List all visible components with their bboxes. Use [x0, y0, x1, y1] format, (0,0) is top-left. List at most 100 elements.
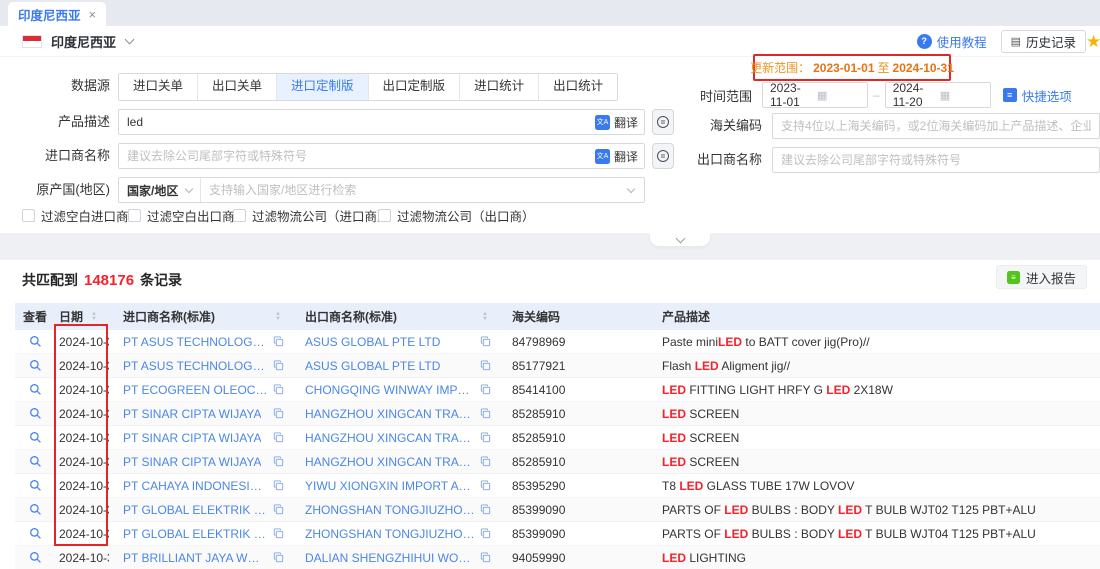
copy-icon[interactable] — [268, 456, 291, 467]
copy-icon[interactable] — [268, 408, 291, 419]
cell-importer-link[interactable]: PT SINAR CIPTA WIJAYA — [123, 455, 261, 469]
cell-importer-link[interactable]: PT ASUS TECHNOLOGY INDONESIA BA... — [123, 335, 268, 349]
copy-icon[interactable] — [475, 552, 498, 563]
cell-hs-code: 85285910 — [512, 431, 565, 445]
col-header-exporter[interactable]: 出口商名称(标准)▲▼ — [291, 308, 498, 325]
view-record-icon[interactable] — [29, 551, 42, 564]
cell-exporter-link[interactable]: ZHONGSHAN TONGJIUZHOU INTERNA... — [305, 527, 475, 541]
cell-hs-code: 85395290 — [512, 479, 565, 493]
cell-importer-link[interactable]: PT BRILLIANT JAYA WOOD INDUSTRY — [123, 551, 268, 565]
copy-icon[interactable] — [268, 528, 291, 539]
tab-import-custom[interactable]: 进口定制版 — [276, 74, 368, 100]
exporter-input[interactable] — [772, 147, 1100, 173]
copy-icon[interactable] — [268, 552, 291, 563]
cell-importer-link[interactable]: PT ASUS TECHNOLOGY INDONESIA BA... — [123, 359, 268, 373]
view-record-icon[interactable] — [29, 431, 42, 444]
update-range-to: 2024-10-31 — [893, 61, 954, 75]
cell-importer-link[interactable]: PT GLOBAL ELEKTRIK NASIONAL — [123, 503, 268, 517]
cell-exporter-link[interactable]: DALIAN SHENGZHIHUI WOOD INDUST... — [305, 551, 475, 565]
date-from-input[interactable]: 2023-11-01 ▦ — [762, 82, 868, 108]
copy-icon[interactable] — [475, 360, 498, 371]
date-to-input[interactable]: 2024-11-20 ▦ — [885, 82, 991, 108]
copy-icon[interactable] — [475, 456, 498, 467]
copy-icon[interactable] — [475, 408, 498, 419]
view-record-icon[interactable] — [29, 503, 42, 516]
tab-import-declaration[interactable]: 进口关单 — [119, 74, 197, 100]
col-header-date[interactable]: 日期▲▼ — [55, 308, 109, 325]
copy-icon[interactable] — [475, 528, 498, 539]
cell-exporter-link[interactable]: CHONGQING WINWAY IMPORT AND E... — [305, 383, 475, 397]
cell-date: 2024-10-31 — [59, 383, 109, 397]
cell-exporter-link[interactable]: ASUS GLOBAL PTE LTD — [305, 359, 440, 373]
filter-blank-exporter-checkbox[interactable]: 过滤空白出口商 — [128, 206, 235, 225]
filter-logistics-importer-checkbox[interactable]: 过滤物流公司（进口商） — [233, 206, 390, 225]
table-row: 2024-10-31PT GLOBAL ELEKTRIK NASIONALZHO… — [15, 522, 1100, 546]
copy-icon[interactable] — [268, 432, 291, 443]
view-record-icon[interactable] — [29, 335, 42, 348]
view-record-icon[interactable] — [29, 359, 42, 372]
checkbox-label: 过滤物流公司（进口商） — [252, 206, 390, 225]
update-range-annotation: 更新范围： 2023-01-01 至 2024-10-31 — [753, 54, 951, 81]
sort-icon[interactable]: ▲▼ — [482, 312, 488, 322]
importer-input[interactable] — [118, 143, 645, 169]
copy-icon[interactable] — [475, 336, 498, 347]
time-range-row: 时间范围 2023-11-01 ▦ – 2024-11-20 ▦ ≡ 快捷选项 — [600, 82, 1072, 108]
copy-icon[interactable] — [475, 384, 498, 395]
cell-importer-link[interactable]: PT CAHAYA INDONESIA KARGO — [123, 479, 268, 493]
cell-importer-link[interactable]: PT ECOGREEN OLEOCHEMICALS — [123, 383, 268, 397]
tab-close-icon[interactable]: × — [89, 7, 97, 22]
copy-icon[interactable] — [475, 504, 498, 515]
quick-options-link[interactable]: ≡ 快捷选项 — [1003, 86, 1072, 105]
country-chevron-down-icon[interactable] — [125, 34, 135, 44]
cell-exporter-link[interactable]: YIWU XIONGXIN IMPORT AND EXPORT... — [305, 479, 475, 493]
filter-logistics-exporter-checkbox[interactable]: 过滤物流公司（出口商） — [378, 206, 535, 225]
copy-icon[interactable] — [268, 336, 291, 347]
cell-exporter-link[interactable]: HANGZHOU XINGCAN TRADING CO LTD — [305, 407, 475, 421]
tutorial-link[interactable]: ? 使用教程 — [917, 32, 987, 51]
view-record-icon[interactable] — [29, 479, 42, 492]
tab-import-stats[interactable]: 进口统计 — [459, 74, 538, 100]
copy-icon[interactable] — [268, 384, 291, 395]
history-label: 历史记录 — [1026, 32, 1076, 51]
country-name: 印度尼西亚 — [51, 32, 116, 51]
cell-product-desc: Flash LED Aligment jig// — [662, 359, 790, 373]
cell-importer-link[interactable]: PT SINAR CIPTA WIJAYA — [123, 407, 261, 421]
view-record-icon[interactable] — [29, 383, 42, 396]
copy-icon[interactable] — [475, 480, 498, 491]
view-record-icon[interactable] — [29, 527, 42, 540]
tab-export-declaration[interactable]: 出口关单 — [197, 74, 276, 100]
favorite-star-icon[interactable]: ★ — [1086, 32, 1100, 52]
sort-icon[interactable]: ▲▼ — [275, 312, 281, 322]
cell-exporter-link[interactable]: HANGZHOU XINGCAN TRADING CO LTD — [305, 455, 475, 469]
cell-exporter-link[interactable]: HANGZHOU XINGCAN TRADING CO LTD — [305, 431, 475, 445]
checkbox-icon — [233, 209, 246, 222]
copy-icon[interactable] — [268, 480, 291, 491]
enter-report-button[interactable]: ≡ 进入报告 — [996, 265, 1087, 289]
view-record-icon[interactable] — [29, 455, 42, 468]
collapse-form-handle[interactable] — [650, 233, 710, 246]
results-prefix: 共匹配到 — [22, 270, 78, 290]
view-record-icon[interactable] — [29, 407, 42, 420]
calendar-icon: ▦ — [940, 89, 983, 102]
origin-search-input[interactable] — [201, 183, 628, 197]
importer-field: 文A 翻译 — [118, 143, 645, 169]
cell-exporter-link[interactable]: ASUS GLOBAL PTE LTD — [305, 335, 440, 349]
cell-exporter-link[interactable]: ZHONGSHAN TONGJIUZHOU INTERNA... — [305, 503, 475, 517]
hs-code-label: 海关编码 — [600, 113, 762, 139]
checkbox-label: 过滤物流公司（出口商） — [397, 206, 535, 225]
hs-code-input[interactable] — [772, 113, 1100, 139]
cell-importer-link[interactable]: PT GLOBAL ELEKTRIK NASIONAL — [123, 527, 268, 541]
copy-icon[interactable] — [268, 360, 291, 371]
copy-icon[interactable] — [268, 504, 291, 515]
tab-export-custom[interactable]: 出口定制版 — [368, 74, 460, 100]
window-tab-bar: 印度尼西亚 × — [0, 0, 1100, 26]
copy-icon[interactable] — [475, 432, 498, 443]
product-desc-input[interactable] — [118, 109, 645, 135]
history-button[interactable]: ▤ 历史记录 — [1001, 30, 1086, 53]
country-tab[interactable]: 印度尼西亚 × — [8, 2, 106, 26]
origin-type-select[interactable]: 国家/地区 — [119, 178, 201, 202]
sort-icon[interactable]: ▲▼ — [91, 312, 97, 322]
cell-importer-link[interactable]: PT SINAR CIPTA WIJAYA — [123, 431, 261, 445]
filter-blank-importer-checkbox[interactable]: 过滤空白进口商 — [22, 206, 129, 225]
col-header-importer[interactable]: 进口商名称(标准)▲▼ — [109, 308, 291, 325]
